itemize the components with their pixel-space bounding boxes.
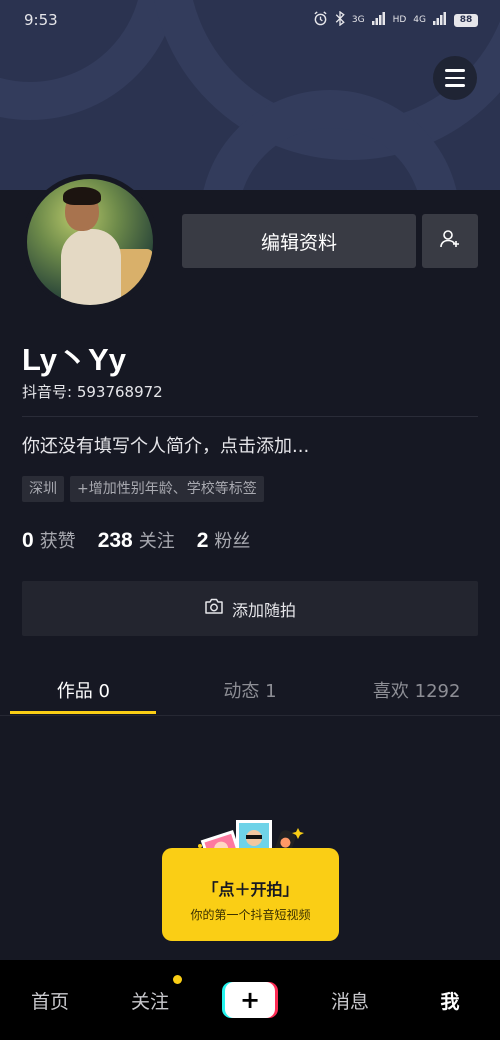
douyin-id: 抖音号: 593768972 bbox=[22, 383, 163, 401]
battery-icon: 88 bbox=[454, 13, 478, 27]
create-video-button[interactable]: + bbox=[222, 982, 278, 1018]
likes-stat[interactable]: 0 获赞 bbox=[22, 527, 76, 553]
tab-works[interactable]: 作品 0 bbox=[0, 664, 167, 715]
nav-messages[interactable]: 消息 bbox=[300, 987, 400, 1014]
nav-following[interactable]: 关注 bbox=[100, 974, 200, 1014]
tag-list: 深圳 +增加性别年龄、学校等标签 bbox=[22, 476, 264, 502]
alarm-icon bbox=[313, 11, 328, 29]
status-time: 9:53 bbox=[24, 11, 58, 29]
bottom-nav: 首页 关注 + 消息 我 bbox=[0, 960, 500, 1040]
nav-create[interactable]: + bbox=[200, 982, 300, 1018]
nav-following-label: 关注 bbox=[130, 990, 169, 1013]
add-tags-button[interactable]: +增加性别年龄、学校等标签 bbox=[70, 476, 264, 502]
followers-count: 2 bbox=[196, 529, 209, 552]
menu-button[interactable] bbox=[433, 56, 477, 100]
location-tag[interactable]: 深圳 bbox=[22, 476, 64, 502]
hd-label: HD bbox=[392, 15, 407, 25]
add-friend-button[interactable] bbox=[422, 214, 478, 268]
signal-4g-label: 4G bbox=[413, 15, 426, 25]
tab-moments[interactable]: 动态 1 bbox=[167, 664, 334, 715]
add-moment-button[interactable]: 添加随拍 bbox=[22, 581, 478, 636]
add-user-icon bbox=[439, 228, 461, 254]
likes-label: 获赞 bbox=[39, 531, 76, 552]
hamburger-icon bbox=[445, 69, 465, 72]
first-video-tooltip[interactable]: 「点＋开拍」 你的第一个抖音短视频 bbox=[162, 848, 339, 941]
nav-me[interactable]: 我 bbox=[400, 987, 500, 1014]
content-tabs: 作品 0 动态 1 喜欢 1292 bbox=[0, 664, 500, 716]
following-count: 238 bbox=[97, 529, 133, 552]
nav-home[interactable]: 首页 bbox=[0, 987, 100, 1014]
bio-placeholder[interactable]: 你还没有填写个人简介，点击添加... bbox=[22, 432, 309, 458]
notification-dot bbox=[173, 974, 182, 984]
plus-icon: + bbox=[225, 982, 275, 1018]
camera-icon bbox=[204, 598, 224, 619]
signal-icon bbox=[371, 12, 386, 28]
followers-label: 粉丝 bbox=[214, 531, 251, 552]
tab-likes[interactable]: 喜欢 1292 bbox=[333, 664, 500, 715]
username: Ly丶Yy bbox=[22, 342, 126, 377]
avatar-image bbox=[27, 179, 153, 305]
avatar[interactable] bbox=[22, 174, 158, 310]
likes-count: 0 bbox=[22, 529, 34, 552]
divider bbox=[22, 416, 478, 417]
edit-profile-button[interactable]: 编辑资料 bbox=[182, 214, 416, 268]
stats-row: 0 获赞 238 关注 2 粉丝 bbox=[22, 527, 250, 553]
status-bar: 9:53 3G HD 4G 88 bbox=[0, 0, 500, 40]
followers-stat[interactable]: 2 粉丝 bbox=[197, 527, 251, 553]
tooltip-title: 「点＋开拍」 bbox=[202, 880, 299, 899]
signal-icon-2 bbox=[433, 12, 447, 28]
signal-3g-label: 3G bbox=[351, 15, 365, 25]
status-icons: 3G HD 4G 88 bbox=[313, 10, 478, 29]
following-label: 关注 bbox=[138, 531, 175, 552]
tooltip-subtitle: 你的第一个抖音短视频 bbox=[190, 908, 311, 922]
following-stat[interactable]: 238 关注 bbox=[98, 527, 175, 553]
tab-indicator bbox=[10, 711, 156, 714]
bluetooth-icon bbox=[335, 10, 345, 29]
add-moment-label: 添加随拍 bbox=[231, 600, 296, 620]
